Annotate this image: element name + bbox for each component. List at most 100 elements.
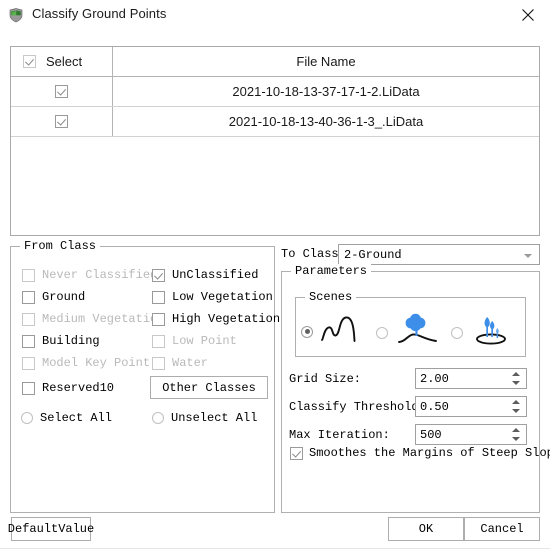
checkbox-box[interactable]	[152, 312, 165, 326]
column-header-select: Select	[46, 54, 83, 69]
checkbox-box[interactable]	[290, 446, 303, 460]
class-label: Low Point	[172, 334, 237, 348]
close-icon[interactable]	[506, 0, 550, 30]
class-checkbox-low-point: Low Point	[152, 334, 237, 348]
spin-down-icon[interactable]	[512, 437, 520, 441]
class-label: UnClassified	[172, 268, 259, 282]
app-shield-icon	[8, 7, 24, 23]
max-iteration-spinbox[interactable]: 500	[415, 424, 527, 445]
class-checkbox-medium-vegetation: Medium Vegetation	[22, 312, 164, 326]
class-label: Building	[42, 334, 100, 348]
checkbox-box	[22, 356, 35, 370]
unselect-all-label: Unselect All	[171, 411, 258, 425]
other-classes-label: Other Classes	[162, 380, 256, 395]
class-checkbox-low-vegetation[interactable]: Low Vegetation	[152, 290, 273, 304]
class-label: Water	[172, 356, 209, 370]
spin-up-icon[interactable]	[512, 400, 520, 404]
smoothes-margins-label: Smoothes the Margins of Steep Slopes	[309, 446, 550, 460]
table-header-select[interactable]: Select	[11, 47, 113, 76]
class-checkbox-high-vegetation[interactable]: High Vegetation	[152, 312, 280, 326]
row-select-cell[interactable]	[11, 107, 113, 136]
table-header-row: Select File Name	[11, 47, 539, 77]
class-checkbox-reserved10[interactable]: Reserved10	[22, 381, 114, 395]
ok-button[interactable]: OK	[388, 517, 464, 541]
spin-down-icon[interactable]	[512, 381, 520, 385]
radio-circle[interactable]	[21, 412, 33, 424]
default-value-button[interactable]: DefaultValue	[7, 517, 95, 541]
cancel-label: Cancel	[480, 522, 524, 536]
class-label: High Vegetation	[172, 312, 281, 326]
scene-option-shrubs-flat-ground[interactable]	[451, 313, 517, 352]
title-bar: Classify Ground Points	[0, 0, 550, 30]
classify-threshold-value[interactable]: 0.50	[420, 400, 449, 414]
class-label: Ground	[42, 290, 86, 304]
checkbox-box	[152, 356, 165, 370]
smoothes-margins-checkbox[interactable]: Smoothes the Margins of Steep Slopes	[290, 446, 550, 460]
spin-up-icon[interactable]	[512, 372, 520, 376]
class-checkbox-ground[interactable]: Ground	[22, 290, 85, 304]
column-header-file-name: File Name	[296, 54, 356, 69]
checkbox-box	[152, 334, 165, 348]
terrain-hills-icon	[319, 313, 363, 350]
to-class-label: To Class:	[281, 247, 346, 261]
file-table: Select File Name 2021-10-18-13-37-17-1-2…	[10, 46, 540, 236]
classify-threshold-spinbox[interactable]: 0.50	[415, 396, 527, 417]
class-checkbox-model-key-point: Model Key Point	[22, 356, 150, 370]
row-select-cell[interactable]	[11, 77, 113, 106]
ok-label: OK	[418, 522, 434, 536]
radio-circle[interactable]	[451, 326, 463, 339]
chevron-down-icon[interactable]	[524, 254, 532, 258]
spin-down-icon[interactable]	[512, 409, 520, 413]
checkbox-box[interactable]	[22, 290, 35, 304]
max-iteration-label: Max Iteration:	[289, 428, 390, 442]
grid-size-spinbox[interactable]: 2.00	[415, 368, 527, 389]
class-label: Never Classified	[42, 268, 158, 282]
to-class-value: 2-Ground	[344, 248, 402, 262]
class-checkbox-building[interactable]: Building	[22, 334, 100, 348]
class-checkbox-never-classified: Never Classified	[22, 268, 157, 282]
bottom-divider	[0, 548, 550, 549]
checkbox-box[interactable]	[22, 381, 35, 395]
classify-threshold-label: Classify Threshold:	[289, 400, 426, 414]
shrubs-on-flat-ground-icon	[469, 313, 517, 352]
from-class-group-title: From Class	[20, 239, 101, 253]
scene-option-tree-on-slope[interactable]	[376, 313, 442, 352]
checkbox-box[interactable]	[22, 334, 35, 348]
row-checkbox[interactable]	[55, 85, 68, 98]
select-all-label: Select All	[40, 411, 113, 425]
checkbox-box	[22, 268, 35, 282]
cancel-button[interactable]: Cancel	[464, 517, 540, 541]
class-checkbox-water: Water	[152, 356, 208, 370]
max-iteration-value[interactable]: 500	[420, 428, 442, 442]
grid-size-value[interactable]: 2.00	[420, 372, 449, 386]
radio-unselect-all[interactable]: Unselect All	[152, 411, 257, 425]
grid-size-label: Grid Size:	[289, 372, 362, 386]
class-label: Reserved10	[42, 381, 115, 395]
checkbox-box[interactable]	[152, 268, 165, 282]
select-all-files-checkbox[interactable]	[23, 55, 36, 68]
table-row[interactable]: 2021-10-18-13-40-36-1-3_.LiData	[11, 107, 539, 137]
radio-circle[interactable]	[152, 412, 164, 424]
window-title: Classify Ground Points	[32, 6, 167, 21]
tree-on-slope-icon	[394, 313, 442, 352]
class-label: Low Vegetation	[172, 290, 273, 304]
row-file-name: 2021-10-18-13-37-17-1-2.LiData	[232, 84, 420, 99]
other-classes-button[interactable]: Other Classes	[150, 376, 268, 399]
checkbox-box	[22, 312, 35, 326]
radio-circle[interactable]	[301, 325, 313, 338]
spin-up-icon[interactable]	[512, 428, 520, 432]
class-checkbox-unclassified[interactable]: UnClassified	[152, 268, 258, 282]
radio-circle[interactable]	[376, 326, 388, 339]
table-row[interactable]: 2021-10-18-13-37-17-1-2.LiData	[11, 77, 539, 107]
parameters-group-title: Parameters	[291, 264, 372, 278]
class-label: Medium Vegetation	[42, 312, 165, 326]
row-file-name: 2021-10-18-13-40-36-1-3_.LiData	[228, 114, 424, 129]
scenes-group-title: Scenes	[305, 290, 357, 304]
to-class-dropdown[interactable]: 2-Ground	[338, 244, 540, 265]
row-checkbox[interactable]	[55, 115, 68, 128]
scene-option-terrain-hills[interactable]	[301, 313, 363, 350]
checkbox-box[interactable]	[152, 290, 165, 304]
default-value-label: DefaultValue	[7, 522, 95, 536]
radio-select-all[interactable]: Select All	[21, 411, 112, 425]
class-label: Model Key Point	[42, 356, 151, 370]
